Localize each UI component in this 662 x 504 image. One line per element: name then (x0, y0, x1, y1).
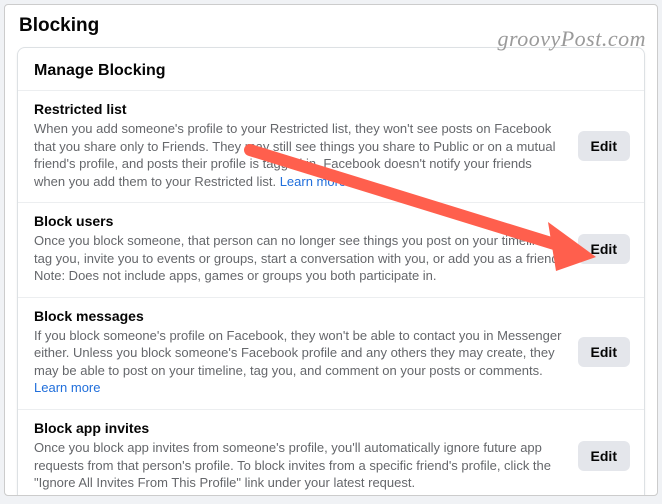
edit-button-block-users[interactable]: Edit (578, 234, 630, 264)
card-header: Manage Blocking (18, 48, 644, 90)
section-text: Block app invites Once you block app inv… (34, 420, 578, 492)
section-text: Restricted list When you add someone's p… (34, 101, 578, 190)
section-text: Block users Once you block someone, that… (34, 213, 578, 285)
settings-panel: Blocking Manage Blocking Restricted list… (4, 4, 658, 496)
manage-blocking-card: Manage Blocking Restricted list When you… (17, 47, 645, 496)
section-text: Block messages If you block someone's pr… (34, 308, 578, 397)
desc-text: If you block someone's profile on Facebo… (34, 328, 561, 378)
section-desc: If you block someone's profile on Facebo… (34, 327, 564, 397)
section-title: Restricted list (34, 101, 564, 117)
section-title: Block users (34, 213, 564, 229)
section-restricted-list: Restricted list When you add someone's p… (18, 90, 644, 202)
section-desc: When you add someone's profile to your R… (34, 120, 564, 190)
desc-text: Once you block someone, that person can … (34, 233, 562, 283)
section-block-users: Block users Once you block someone, that… (18, 202, 644, 297)
learn-more-link[interactable]: Learn more (34, 380, 100, 395)
learn-more-link[interactable]: Learn more (280, 174, 346, 189)
desc-text: Once you block app invites from someone'… (34, 440, 551, 490)
section-desc: Once you block someone, that person can … (34, 232, 564, 285)
edit-button-block-app-invites[interactable]: Edit (578, 441, 630, 471)
section-desc: Once you block app invites from someone'… (34, 439, 564, 492)
section-block-messages: Block messages If you block someone's pr… (18, 297, 644, 409)
page-title: Blocking (5, 5, 657, 47)
edit-button-block-messages[interactable]: Edit (578, 337, 630, 367)
section-title: Block messages (34, 308, 564, 324)
section-title: Block app invites (34, 420, 564, 436)
section-block-app-invites: Block app invites Once you block app inv… (18, 409, 644, 496)
edit-button-restricted[interactable]: Edit (578, 131, 630, 161)
